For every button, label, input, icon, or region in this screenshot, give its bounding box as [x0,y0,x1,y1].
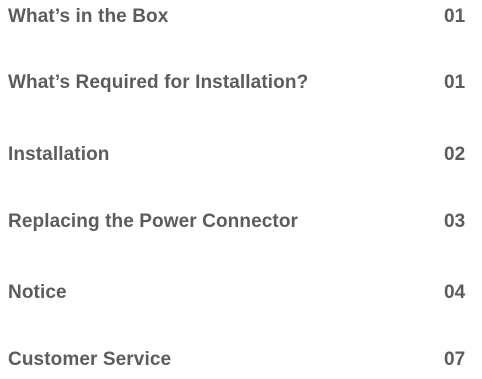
toc-entry-page-number: 07 [444,349,466,370]
toc-entry-title: Customer Service [8,349,172,370]
table-of-contents: What’s in the Box 01 What’s Required for… [0,0,482,374]
toc-entry-title: What’s Required for Installation? [8,72,309,93]
toc-entry-replacing-power-connector[interactable]: Replacing the Power Connector 03 [0,211,482,241]
toc-entry-whats-required[interactable]: What’s Required for Installation? 01 [0,72,482,102]
toc-entry-title: What’s in the Box [8,6,169,27]
toc-entry-installation[interactable]: Installation 02 [0,144,482,174]
toc-entry-page-number: 02 [444,144,466,165]
toc-entry-whats-in-the-box[interactable]: What’s in the Box 01 [0,6,482,36]
toc-entry-title: Replacing the Power Connector [8,211,299,232]
toc-entry-page-number: 03 [444,211,466,232]
toc-entry-page-number: 01 [444,72,466,93]
toc-entry-page-number: 04 [444,282,466,303]
toc-entry-customer-service[interactable]: Customer Service 07 [0,349,482,379]
toc-entry-page-number: 01 [444,6,466,27]
toc-entry-title: Installation [8,144,110,165]
toc-entry-notice[interactable]: Notice 04 [0,282,482,312]
toc-entry-title: Notice [8,282,67,303]
